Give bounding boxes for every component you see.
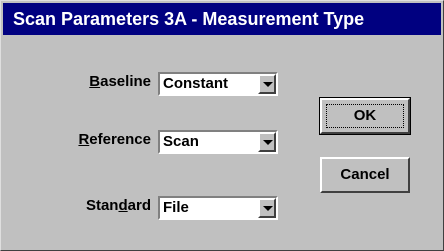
baseline-value: Constant [163,75,228,92]
standard-label: Standard [85,197,151,214]
chevron-down-icon [263,140,273,145]
baseline-label: Baseline [89,73,151,90]
chevron-down-icon [263,82,273,87]
standard-value: File [163,199,189,216]
standard-select[interactable]: File [158,196,278,220]
dialog-title: Scan Parameters 3A - Measurement Type [3,3,441,35]
reference-dropdown-button[interactable] [258,132,276,152]
ok-button-label: OK [353,107,377,124]
reference-label-mnemonic: R [78,131,90,148]
cancel-button[interactable]: Cancel [320,157,410,193]
baseline-select[interactable]: Constant [158,72,278,96]
baseline-label-mnemonic: B [89,73,101,90]
reference-select[interactable]: Scan [158,130,278,154]
ok-button[interactable]: OK [319,97,411,135]
cancel-button-label: Cancel [340,166,390,183]
reference-label: Reference [78,131,151,148]
chevron-down-icon [263,206,273,211]
reference-value: Scan [163,133,199,150]
standard-dropdown-button[interactable] [258,198,276,218]
baseline-dropdown-button[interactable] [258,74,276,94]
standard-label-mnemonic: d [118,197,128,214]
scan-parameters-dialog: Scan Parameters 3A - Measurement Type Ba… [0,0,444,251]
